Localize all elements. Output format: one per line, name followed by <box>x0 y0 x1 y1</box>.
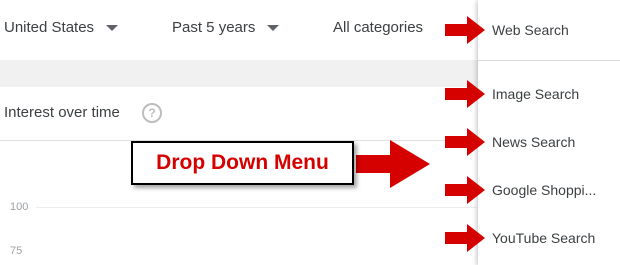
section-title: Interest over time <box>4 104 120 121</box>
period-dropdown[interactable]: Past 5 years <box>172 19 280 36</box>
y-tick-label: 100 <box>10 201 29 213</box>
period-label: Past 5 years <box>172 19 256 36</box>
right-arrow-icon <box>445 176 485 204</box>
menu-item-web-search[interactable]: Web Search <box>492 22 569 38</box>
menu-item-image-search[interactable]: Image Search <box>492 86 579 102</box>
menu-item-news-search[interactable]: News Search <box>492 134 575 150</box>
right-arrow-icon <box>445 16 485 44</box>
menu-item-youtube-search[interactable]: YouTube Search <box>492 230 595 246</box>
drop-down-menu-callout: Drop Down Menu <box>131 141 354 185</box>
caret-down-icon <box>267 24 280 31</box>
caret-down-icon <box>106 24 119 31</box>
help-icon[interactable]: ? <box>142 103 162 123</box>
y-tick-label: 75 <box>10 245 23 257</box>
gridline <box>36 207 476 208</box>
category-dropdown[interactable]: All categories <box>333 19 423 36</box>
menu-divider <box>478 60 620 61</box>
category-label: All categories <box>333 19 424 36</box>
country-dropdown[interactable]: United States <box>4 19 119 36</box>
callout-arrow-icon <box>356 140 430 188</box>
callout-label: Drop Down Menu <box>156 151 329 174</box>
right-arrow-icon <box>445 224 485 252</box>
right-arrow-icon <box>445 128 485 156</box>
menu-item-google-shopping[interactable]: Google Shoppi... <box>492 182 596 198</box>
search-type-menu: Web Search Image Search News Search Goog… <box>478 0 620 265</box>
right-arrow-icon <box>445 80 485 108</box>
country-label: United States <box>4 19 95 36</box>
